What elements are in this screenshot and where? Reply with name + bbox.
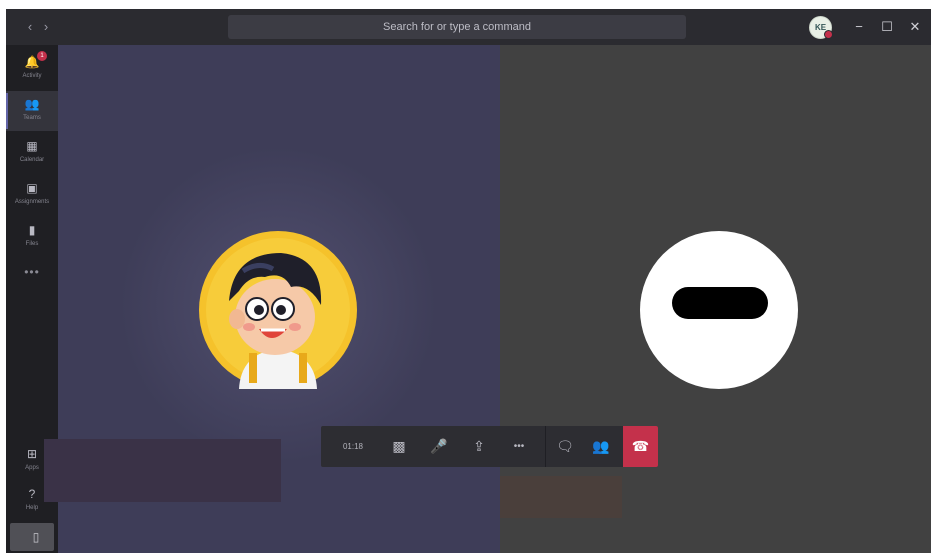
back-icon[interactable]: ‹ [22,18,38,36]
rail-item-label: Files [25,241,39,247]
search-input[interactable]: Search for or type a command [228,15,686,39]
avatar-redaction-bar [672,287,768,319]
call-timer: 01:18 [342,442,364,451]
rail-item-files[interactable]: ▮ Files [6,217,58,257]
self-preview-tile [44,439,281,502]
title-bar: ‹ › Search for or type a command KE − ☐ … [6,9,931,45]
bell-icon: 🔔 [24,55,40,69]
more-actions-button[interactable]: ••• [501,426,537,467]
participant-avatar [640,231,798,389]
close-button[interactable]: ✕ [904,16,926,38]
call-controls: 01:18 ▩ 🎤 ⇪ ••• 🗨 👥 ☎ [321,426,658,467]
teams-icon: 👥 [24,97,40,111]
device-settings-button[interactable]: ▯ [10,523,54,551]
teams-window: ‹ › Search for or type a command KE − ☐ … [6,9,931,553]
phone-icon: ▯ [32,530,40,544]
maximize-button[interactable]: ☐ [876,16,898,38]
activity-badge: 1 [37,51,47,61]
participant-name-tile [500,476,622,518]
minimize-button[interactable]: − [848,16,870,38]
files-icon: ▮ [28,223,36,237]
rail-item-label: Teams [23,115,41,121]
share-screen-button[interactable]: ⇪ [461,426,497,467]
rail-item-assignments[interactable]: ▣ Assignments [6,175,58,215]
rail-item-label: Assignments [14,199,50,205]
rail-item-teams[interactable]: 👥 Teams [6,91,58,131]
hangup-button[interactable]: ☎ [623,426,658,467]
assignments-icon: ▣ [26,181,38,195]
more-apps-icon[interactable]: ••• [6,265,58,279]
rail-item-label: Help [25,505,39,511]
calendar-icon: ▦ [26,139,38,153]
chat-button[interactable]: 🗨 [547,426,583,467]
rail-item-calendar[interactable]: ▦ Calendar [6,133,58,173]
controls-divider [545,426,546,467]
forward-icon[interactable]: › [38,18,54,36]
rail-item-label: Activity [22,73,42,79]
participants-button[interactable]: 👥 [583,426,619,467]
participant-avatar-cartoon [199,231,357,389]
mute-button[interactable]: 🎤 [421,426,457,467]
presence-status-icon [824,30,833,39]
video-toggle-button[interactable]: ▩ [381,426,417,467]
rail-item-label: Calendar [19,157,45,163]
rail-item-activity[interactable]: 🔔 1 Activity [6,49,58,89]
